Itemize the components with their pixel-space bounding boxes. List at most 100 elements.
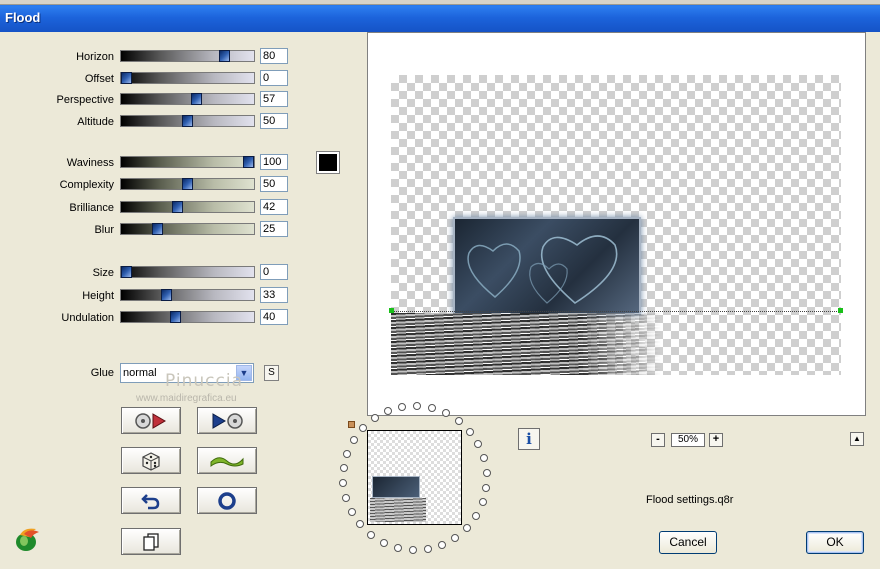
navigator-dot bbox=[455, 417, 463, 425]
navigator-marker bbox=[348, 421, 355, 428]
navigator-dot bbox=[466, 428, 474, 436]
ok-button[interactable]: OK bbox=[806, 531, 864, 554]
watermark-url: www.maidiregrafica.eu bbox=[136, 393, 237, 404]
complexity-value-input[interactable]: 50 bbox=[260, 176, 288, 192]
altitude-value-input[interactable]: 50 bbox=[260, 113, 288, 129]
s-button[interactable]: S bbox=[264, 365, 279, 381]
undulation-slider[interactable] bbox=[120, 311, 255, 323]
randomize-button[interactable] bbox=[121, 447, 181, 474]
size-slider[interactable] bbox=[120, 266, 255, 278]
complexity-slider[interactable] bbox=[120, 178, 255, 190]
preview-pane[interactable] bbox=[367, 32, 866, 416]
navigator-dot bbox=[474, 440, 482, 448]
brilliance-value-input[interactable]: 42 bbox=[260, 199, 288, 215]
wave-icon bbox=[210, 456, 244, 467]
preview-canvas bbox=[389, 75, 843, 375]
horizon-handle-right[interactable] bbox=[838, 308, 843, 313]
brilliance-slider-thumb[interactable] bbox=[172, 201, 183, 213]
perspective-slider-thumb[interactable] bbox=[191, 93, 202, 105]
height-slider-thumb[interactable] bbox=[161, 289, 172, 301]
navigator-dot bbox=[424, 545, 432, 553]
size-label: Size bbox=[92, 267, 114, 279]
watermark-name: Pinuccia bbox=[165, 371, 243, 391]
navigator-dot bbox=[413, 402, 421, 410]
dice-icon bbox=[142, 451, 160, 471]
horizon-label: Horizon bbox=[76, 51, 114, 63]
settings-filename: Flood settings.q8r bbox=[646, 494, 734, 506]
horizon-slider-thumb[interactable] bbox=[219, 50, 230, 62]
title-bar: Flood bbox=[0, 0, 880, 32]
size-value-input[interactable]: 0 bbox=[260, 264, 288, 280]
scroll-up-button[interactable]: ▲ bbox=[850, 432, 864, 446]
navigator-dot bbox=[340, 464, 348, 472]
disc-arrow-right-icon bbox=[135, 412, 166, 429]
perspective-value-input[interactable]: 57 bbox=[260, 91, 288, 107]
perspective-slider[interactable] bbox=[120, 93, 255, 105]
navigator-dot bbox=[428, 404, 436, 412]
cancel-button[interactable]: Cancel bbox=[659, 531, 717, 554]
waviness-label: Waviness bbox=[66, 157, 114, 169]
brilliance-label: Brilliance bbox=[69, 202, 114, 214]
height-value-input[interactable]: 33 bbox=[260, 287, 288, 303]
glue-label: Glue bbox=[90, 367, 114, 379]
offset-slider-thumb[interactable] bbox=[121, 72, 132, 84]
brilliance-slider[interactable] bbox=[120, 201, 255, 213]
zoom-in-button[interactable]: + bbox=[709, 433, 723, 447]
blur-value-input[interactable]: 25 bbox=[260, 221, 288, 237]
navigator-dot bbox=[343, 450, 351, 458]
navigator-dot bbox=[472, 512, 480, 520]
undulation-value-input[interactable]: 40 bbox=[260, 309, 288, 325]
navigator-dot bbox=[442, 409, 450, 417]
navigator-dot bbox=[394, 544, 402, 552]
zoom-level: 50% bbox=[671, 433, 705, 447]
navigator-dot bbox=[356, 520, 364, 528]
navigator-dot bbox=[451, 534, 459, 542]
horizon-handle-left[interactable] bbox=[389, 308, 394, 313]
wave-button[interactable] bbox=[197, 447, 257, 474]
altitude-label: Altitude bbox=[77, 116, 114, 128]
waviness-slider-thumb[interactable] bbox=[243, 156, 254, 168]
info-button[interactable]: i bbox=[518, 428, 540, 450]
undulation-label: Undulation bbox=[61, 312, 114, 324]
navigator-dot bbox=[339, 479, 347, 487]
offset-slider[interactable] bbox=[120, 72, 255, 84]
arrow-right-disc-icon bbox=[212, 412, 243, 429]
window-title: Flood bbox=[5, 10, 41, 25]
navigator-dot bbox=[380, 539, 388, 547]
navigator-dot bbox=[384, 407, 392, 415]
blur-slider-thumb[interactable] bbox=[152, 223, 163, 235]
altitude-slider-thumb[interactable] bbox=[182, 115, 193, 127]
water-reflection bbox=[391, 313, 661, 375]
navigator-dot bbox=[367, 531, 375, 539]
size-slider-thumb[interactable] bbox=[121, 266, 132, 278]
perspective-label: Perspective bbox=[56, 94, 114, 106]
reset-button[interactable] bbox=[197, 487, 257, 514]
undulation-slider-thumb[interactable] bbox=[170, 311, 181, 323]
offset-value-input[interactable]: 0 bbox=[260, 70, 288, 86]
waviness-slider[interactable] bbox=[120, 156, 255, 168]
complexity-slider-thumb[interactable] bbox=[182, 178, 193, 190]
navigator-thumbnail[interactable] bbox=[367, 430, 462, 525]
height-slider[interactable] bbox=[120, 289, 255, 301]
prev-preset-button[interactable] bbox=[121, 407, 181, 434]
horizon-guide-line bbox=[391, 311, 841, 312]
copy-pages-icon bbox=[143, 532, 159, 551]
navigator-dot bbox=[480, 454, 488, 462]
glue-select-value: normal bbox=[123, 367, 157, 379]
navigator-dot bbox=[342, 494, 350, 502]
horizon-slider[interactable] bbox=[120, 50, 255, 62]
horizon-value-input[interactable]: 80 bbox=[260, 48, 288, 64]
navigator-dot bbox=[463, 524, 471, 532]
zoom-out-button[interactable]: - bbox=[651, 433, 665, 447]
navigator-dot bbox=[482, 484, 490, 492]
navigator-image bbox=[372, 476, 420, 498]
undo-button[interactable] bbox=[121, 487, 181, 514]
altitude-slider[interactable] bbox=[120, 115, 255, 127]
blur-slider[interactable] bbox=[120, 223, 255, 235]
copy-button[interactable] bbox=[121, 528, 181, 555]
preview-image bbox=[453, 217, 641, 315]
waviness-value-input[interactable]: 100 bbox=[260, 154, 288, 170]
next-preset-button[interactable] bbox=[197, 407, 257, 434]
navigator-dot bbox=[483, 469, 491, 477]
color-swatch[interactable] bbox=[316, 151, 340, 174]
